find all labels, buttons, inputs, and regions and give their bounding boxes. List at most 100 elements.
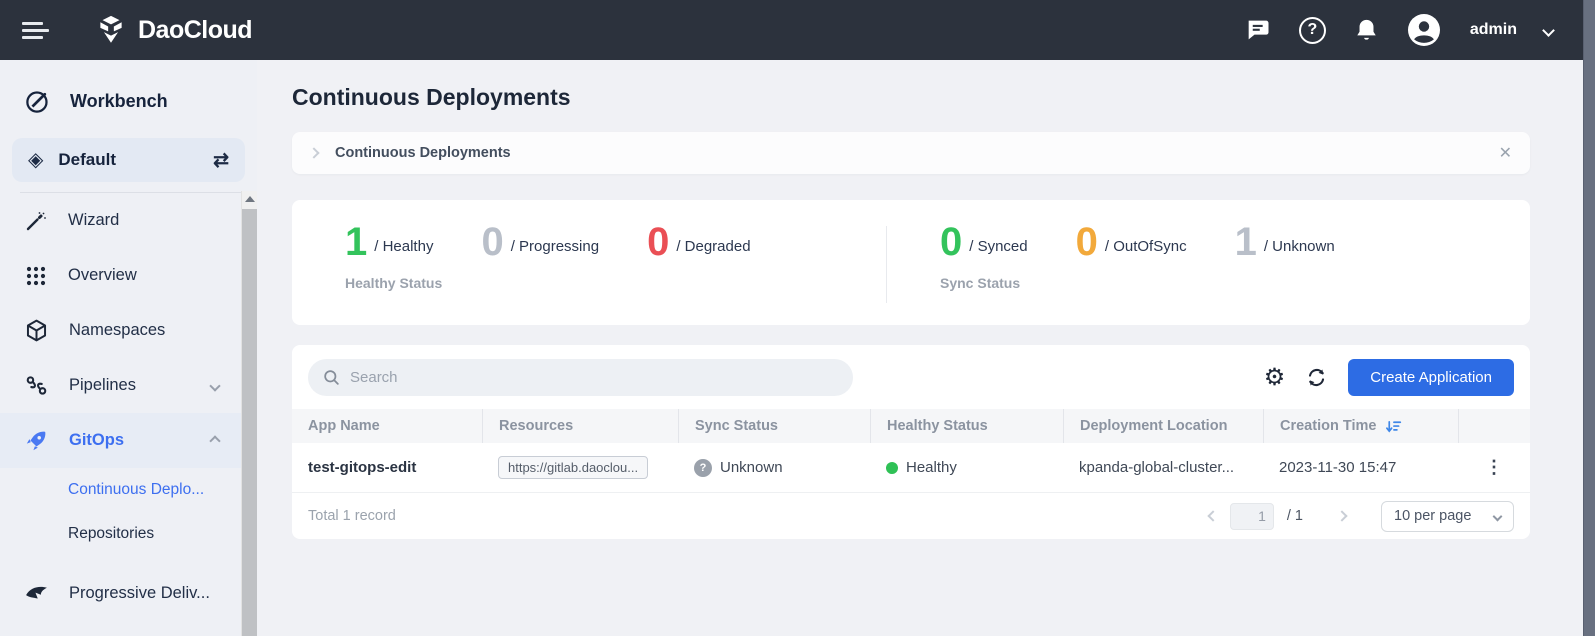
topbar: DaoCloud ? admin: [0, 0, 1595, 60]
stat-healthy: 1 / Healthy: [345, 222, 433, 262]
sync-status-value: Unknown: [720, 459, 783, 476]
notifications-bell-icon[interactable]: [1353, 17, 1380, 44]
column-header-healthy-status[interactable]: Healthy Status: [870, 409, 1063, 443]
sync-status-group: 0 / Synced 0 / OutOfSync 1 / Unknown Syn…: [887, 200, 1335, 325]
menu-toggle-icon[interactable]: [22, 18, 50, 43]
row-actions-kebab-icon[interactable]: ⋮: [1485, 457, 1503, 478]
username[interactable]: admin: [1470, 21, 1517, 39]
column-header-deployment-location[interactable]: Deployment Location: [1063, 409, 1263, 443]
stat-unknown: 1 / Unknown: [1235, 222, 1335, 262]
sidebar-item-workbench[interactable]: Workbench: [0, 78, 257, 124]
search-box[interactable]: [308, 359, 853, 396]
column-header-label: Creation Time: [1280, 418, 1376, 434]
applications-table-card: ⚙ Create Application App Name: [292, 345, 1530, 539]
brand-name: DaoCloud: [138, 16, 252, 45]
stat-value: 1: [1235, 222, 1257, 262]
sidebar-item-progressive-delivery[interactable]: Progressive Deliv...: [0, 568, 241, 618]
table-row[interactable]: test-gitops-edit https://gitlab.daoclou.…: [292, 443, 1530, 493]
sidebar-item-label: GitOps: [69, 431, 124, 450]
search-input[interactable]: [350, 369, 839, 386]
column-header-sync-status[interactable]: Sync Status: [678, 409, 870, 443]
stat-value: 0: [647, 222, 669, 262]
column-header-app-name[interactable]: App Name: [292, 409, 482, 443]
messages-icon[interactable]: [1244, 16, 1272, 44]
sidebar-item-label: Pipelines: [69, 376, 136, 395]
cell-resources: https://gitlab.daoclou...: [482, 456, 678, 479]
page-size-value: 10 per page: [1394, 508, 1471, 524]
sidebar-item-wizard[interactable]: Wizard: [0, 193, 241, 248]
stat-value: 0: [940, 222, 962, 262]
sidebar-item-label: Overview: [68, 266, 137, 285]
page-count: / 1: [1287, 508, 1303, 524]
namespaces-cube-icon: [24, 318, 49, 343]
workbench-icon: [24, 88, 51, 115]
healthy-status-caption: Healthy Status: [345, 275, 886, 291]
cell-healthy-status: Healthy: [870, 459, 1063, 476]
search-icon: [322, 368, 341, 387]
sidebar-item-label: Wizard: [68, 211, 119, 230]
sidebar-item-namespaces[interactable]: Namespaces: [0, 303, 241, 358]
stat-label: / Unknown: [1264, 238, 1335, 262]
sync-status-caption: Sync Status: [940, 275, 1335, 291]
breadcrumb-label: Continuous Deployments: [335, 145, 511, 161]
daocloud-logo-icon: [94, 13, 128, 47]
close-icon[interactable]: ✕: [1499, 143, 1512, 163]
workspace-icon: ◈: [28, 150, 43, 170]
sidebar: Workbench ◈ Default ⇄ Wizard: [0, 60, 257, 636]
sidebar-scrollbar[interactable]: [241, 191, 257, 636]
unknown-status-icon: ?: [694, 459, 712, 477]
page-number-input[interactable]: [1230, 503, 1274, 530]
wizard-wand-icon: [24, 209, 48, 233]
healthy-status-dot-icon: [886, 462, 898, 474]
stat-label: / OutOfSync: [1105, 238, 1187, 262]
main-content: Continuous Deployments Continuous Deploy…: [257, 60, 1595, 636]
sidebar-scrollbar-thumb[interactable]: [242, 209, 257, 636]
column-header-creation-time[interactable]: Creation Time: [1263, 409, 1458, 443]
stat-label: / Synced: [969, 238, 1027, 262]
settings-gear-icon[interactable]: ⚙: [1264, 366, 1286, 390]
cell-app-name[interactable]: test-gitops-edit: [292, 459, 482, 476]
brand: DaoCloud: [94, 13, 252, 47]
stat-label: / Progressing: [511, 238, 599, 262]
refresh-icon[interactable]: [1305, 366, 1328, 389]
stat-value: 0: [1076, 222, 1098, 262]
cell-deployment-location: kpanda-global-cluster...: [1063, 459, 1263, 476]
stat-label: / Degraded: [676, 238, 750, 262]
sidebar-subitem-label: Repositories: [68, 525, 154, 543]
user-avatar[interactable]: [1407, 13, 1441, 47]
previous-page-icon[interactable]: [1207, 510, 1218, 521]
status-summary-card: 1 / Healthy 0 / Progressing 0 / Degraded…: [292, 200, 1530, 325]
column-header-resources[interactable]: Resources: [482, 409, 678, 443]
breadcrumb[interactable]: Continuous Deployments ✕: [292, 132, 1530, 174]
total-records: Total 1 record: [308, 508, 396, 524]
switch-workspace-icon[interactable]: ⇄: [213, 149, 229, 172]
healthy-status-value: Healthy: [906, 459, 957, 476]
table-header: App Name Resources Sync Status Healthy S…: [292, 409, 1530, 443]
scroll-up-arrow-icon[interactable]: [245, 196, 255, 202]
stat-value: 0: [481, 222, 503, 262]
page-title: Continuous Deployments: [292, 84, 1530, 111]
workspace-selector[interactable]: ◈ Default ⇄: [12, 138, 245, 182]
stat-degraded: 0 / Degraded: [647, 222, 750, 262]
help-icon[interactable]: ?: [1299, 17, 1326, 44]
chevron-up-icon: [209, 435, 220, 446]
user-menu-chevron-icon[interactable]: [1542, 24, 1555, 37]
cell-sync-status: ? Unknown: [678, 459, 870, 477]
breadcrumb-chevron-icon[interactable]: [308, 147, 319, 158]
next-page-icon[interactable]: [1336, 510, 1347, 521]
sort-descending-icon[interactable]: [1385, 418, 1402, 435]
overview-grid-icon: [24, 264, 48, 288]
resource-chip[interactable]: https://gitlab.daoclou...: [498, 456, 648, 479]
sidebar-item-pipelines[interactable]: Pipelines: [0, 358, 241, 413]
sidebar-item-overview[interactable]: Overview: [0, 248, 241, 303]
window-scrollbar[interactable]: [1583, 0, 1595, 636]
chevron-down-icon: [209, 380, 220, 391]
stat-progressing: 0 / Progressing: [481, 222, 599, 262]
sidebar-subitem-repositories[interactable]: Repositories: [0, 512, 241, 556]
create-application-button[interactable]: Create Application: [1348, 359, 1514, 396]
stat-outofsync: 0 / OutOfSync: [1076, 222, 1187, 262]
sidebar-item-gitops[interactable]: GitOps: [0, 413, 241, 468]
page-size-select[interactable]: 10 per page: [1381, 501, 1514, 532]
sidebar-subitem-continuous-deployments[interactable]: Continuous Deplo...: [0, 468, 241, 512]
stat-synced: 0 / Synced: [940, 222, 1028, 262]
